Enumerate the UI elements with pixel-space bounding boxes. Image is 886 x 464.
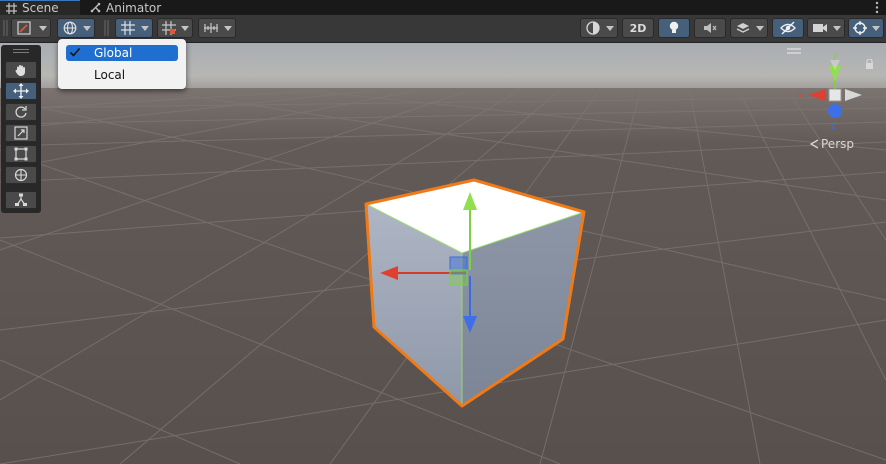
- gizmo-tool-dropdown[interactable]: [11, 18, 51, 38]
- grid-snap-icon: [121, 21, 135, 35]
- scene-render: y x z: [0, 43, 886, 464]
- editor-tab-bar: Scene Animator: [0, 0, 886, 15]
- svg-text:x: x: [798, 91, 803, 100]
- rotate-tool-button[interactable]: [5, 103, 37, 121]
- 2d-toggle[interactable]: 2D: [622, 18, 654, 38]
- camera-icon: [813, 24, 827, 32]
- shading-mode-dropdown[interactable]: [580, 18, 618, 38]
- lock-icon[interactable]: [865, 59, 874, 69]
- toolbar-grip-icon[interactable]: [3, 20, 8, 36]
- handle-orientation-menu: Global Local: [58, 39, 186, 89]
- globe-icon: [63, 21, 77, 35]
- projection-label: Persp: [821, 137, 854, 151]
- increment-snap-dropdown[interactable]: [157, 18, 193, 38]
- global-handle-dropdown[interactable]: [57, 18, 95, 38]
- layers-icon: [736, 23, 750, 33]
- hand-icon: [15, 65, 25, 76]
- snap-increment-icon: [162, 21, 176, 35]
- shading-sphere-icon: [586, 21, 600, 35]
- gizmo-crosshair-icon: [853, 21, 867, 35]
- palette-grip-icon[interactable]: [13, 49, 29, 53]
- hand-tool-button[interactable]: [5, 61, 37, 79]
- menu-item-local[interactable]: Local: [66, 67, 178, 83]
- hidden-objects-toggle[interactable]: [772, 18, 804, 38]
- tab-animator[interactable]: Animator: [84, 0, 174, 15]
- speaker-mute-icon: [704, 23, 717, 33]
- transform-icon: [14, 168, 28, 182]
- checkmark-icon: [69, 47, 81, 57]
- ruler-icon: [204, 23, 218, 33]
- tab-animator-label: Animator: [106, 0, 162, 15]
- scale-icon: [14, 126, 28, 140]
- rect-icon: [14, 147, 28, 161]
- more-options-icon[interactable]: [872, 1, 882, 14]
- menu-item-global[interactable]: Global: [66, 45, 178, 61]
- custom-tool-button[interactable]: [5, 191, 37, 209]
- tab-scene[interactable]: Scene: [0, 0, 80, 15]
- 2d-toggle-label: 2D: [629, 21, 647, 35]
- light-bulb-icon: [669, 21, 679, 33]
- effects-dropdown[interactable]: [730, 18, 768, 38]
- svg-text:z: z: [831, 122, 835, 131]
- toolbar-grip-icon[interactable]: [104, 20, 109, 36]
- projection-toggle[interactable]: Persp: [810, 137, 854, 151]
- scene-viewport[interactable]: y x z Persp: [0, 43, 886, 464]
- menu-item-label: Global: [94, 46, 133, 60]
- grid-snap-dropdown[interactable]: [115, 18, 153, 38]
- rotate-icon: [15, 106, 27, 118]
- move-tool-button[interactable]: [5, 82, 37, 100]
- menu-item-label: Local: [94, 68, 126, 82]
- rect-tool-button[interactable]: [5, 145, 37, 163]
- tab-scene-label: Scene: [22, 1, 59, 15]
- ruler-dropdown[interactable]: [198, 18, 236, 38]
- tool-palette: [1, 45, 41, 213]
- gizmos-dropdown[interactable]: [848, 18, 884, 38]
- chevron-left-icon: [810, 139, 819, 149]
- lighting-toggle[interactable]: [658, 18, 690, 38]
- eye-hidden-icon: [780, 21, 796, 35]
- move-icon: [13, 83, 29, 99]
- audio-toggle[interactable]: [694, 18, 726, 38]
- transform-tool-button[interactable]: [5, 166, 37, 184]
- gizmo-draw-icon: [17, 21, 31, 35]
- svg-text:y: y: [833, 51, 838, 60]
- custom-tool-icon: [15, 193, 27, 206]
- grid-icon: [6, 2, 17, 14]
- camera-dropdown[interactable]: [807, 18, 845, 38]
- gizmo-menu-icon[interactable]: [787, 48, 801, 54]
- scale-tool-button[interactable]: [5, 124, 37, 142]
- animator-icon: [90, 2, 101, 13]
